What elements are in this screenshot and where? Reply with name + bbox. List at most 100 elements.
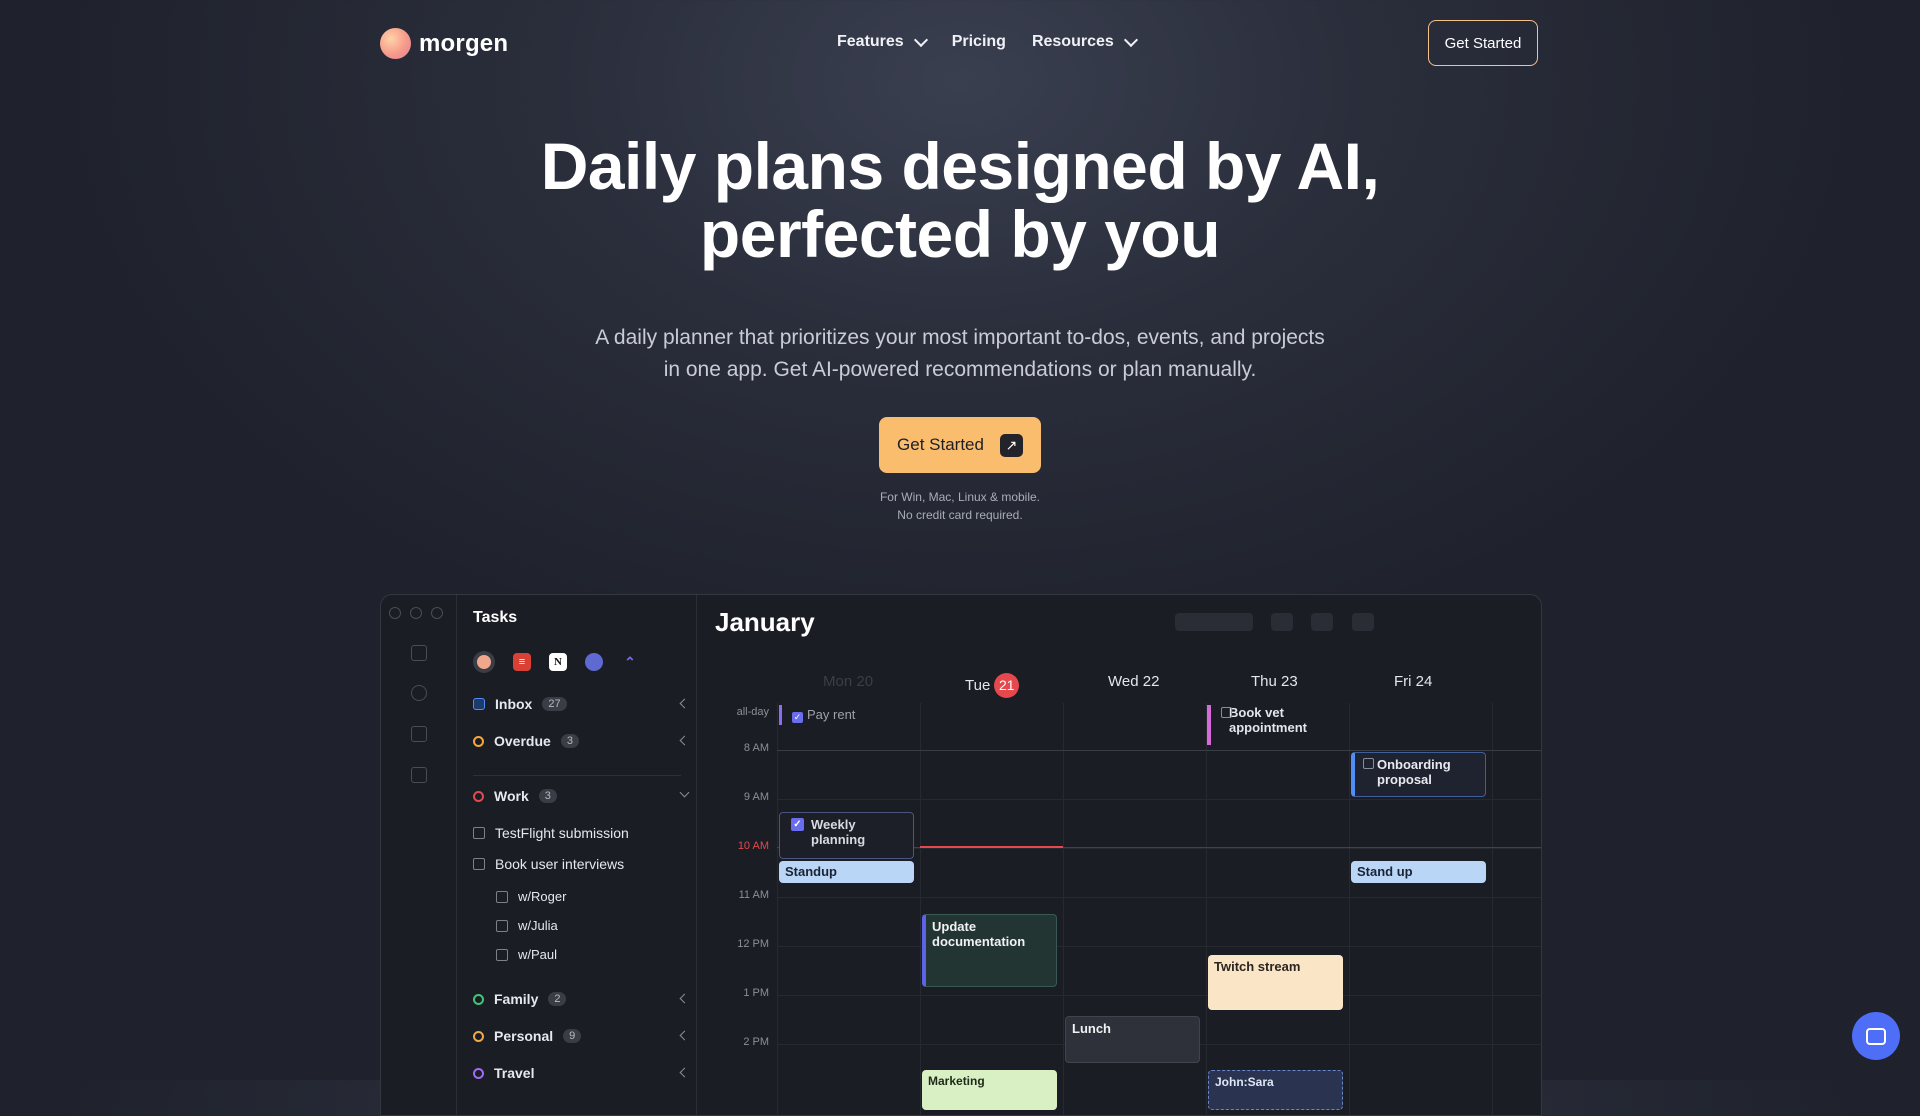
day-header-tue[interactable]: Tue 21 — [965, 673, 1020, 698]
morgen-icon[interactable] — [473, 651, 495, 673]
event-stand-up[interactable]: Stand up — [1351, 861, 1486, 883]
event-standup[interactable]: Standup — [779, 861, 914, 883]
view-switcher[interactable] — [1175, 613, 1253, 631]
chevron-left-icon[interactable] — [679, 735, 690, 746]
event-john-sara[interactable]: John:Sara — [1208, 1070, 1343, 1110]
todoist-icon[interactable]: ≡ — [513, 653, 531, 671]
project-travel[interactable]: Travel — [473, 1065, 698, 1081]
event-weekly-planning[interactable]: ✓ Weekly planning — [779, 812, 914, 859]
work-count: 3 — [538, 789, 557, 803]
hero-subtitle-line2: in one app. Get AI-powered recommendatio… — [663, 358, 1257, 381]
day-header-tue-label: Tue — [965, 677, 991, 694]
personal-circle-icon — [473, 1030, 484, 1042]
chat-launcher-button[interactable] — [1852, 1012, 1900, 1060]
time-label: 1 PM — [743, 987, 769, 999]
event-checkbox[interactable] — [1363, 758, 1374, 769]
next-button[interactable] — [1352, 613, 1374, 631]
window-minimize-icon[interactable] — [410, 607, 422, 619]
event-label: Onboarding proposal — [1377, 757, 1451, 787]
hour-line — [777, 799, 1541, 800]
subtask-item[interactable]: w/Julia — [496, 918, 721, 933]
project-personal[interactable]: Personal 9 — [473, 1028, 698, 1044]
personal-label: Personal — [494, 1028, 554, 1044]
arrow-up-right-icon: ↗ — [999, 433, 1023, 457]
list-overdue[interactable]: Overdue 3 — [473, 733, 698, 749]
prev-button[interactable] — [1271, 613, 1293, 631]
tasks-rail-icon[interactable] — [411, 645, 427, 661]
hour-line — [777, 946, 1541, 947]
hero-note-line1: For Win, Mac, Linux & mobile. — [879, 490, 1041, 504]
subtask-checkbox[interactable] — [496, 890, 508, 903]
check-icon: ✓ — [792, 712, 803, 723]
list-inbox[interactable]: Inbox 27 — [473, 696, 698, 712]
hero-cta-label: Get Started — [897, 435, 984, 454]
subtask-checkbox[interactable] — [496, 948, 508, 961]
calendar-panel: January Mon 20 Tue 21 Wed 22 Thu 23 Fri 2… — [697, 595, 1541, 1115]
time-label: 12 PM — [737, 938, 769, 950]
work-label: Work — [494, 788, 529, 804]
hero-subtitle-line1: A daily planner that prioritizes your mo… — [595, 326, 1325, 349]
hero-title-line2: perfected by you — [699, 197, 1221, 271]
planner-rail-icon[interactable] — [411, 767, 427, 783]
chevron-left-icon[interactable] — [679, 698, 690, 709]
nav-resources-label: Resources — [1031, 33, 1114, 50]
nav-pricing[interactable]: Pricing — [952, 33, 1006, 51]
time-label: 8 AM — [743, 742, 769, 754]
hero-note: For Win, Mac, Linux & mobile. No credit … — [0, 488, 1920, 524]
linear-icon[interactable] — [585, 653, 603, 671]
nav-get-started-button[interactable]: Get Started — [1428, 20, 1538, 66]
event-onboarding[interactable]: Onboarding proposal — [1351, 752, 1486, 797]
project-work[interactable]: Work 3 — [473, 787, 698, 804]
chevron-down-icon — [913, 32, 928, 48]
grid-line — [1492, 703, 1493, 1115]
window-close-icon[interactable] — [389, 607, 401, 619]
nav-resources[interactable]: Resources — [1031, 32, 1138, 51]
task-item[interactable]: Book user interviews — [473, 856, 698, 872]
day-header-mon[interactable]: Mon 20 — [823, 673, 873, 690]
event-twitch-stream[interactable]: Twitch stream — [1208, 955, 1343, 1010]
subtask-checkbox[interactable] — [496, 919, 508, 932]
subtask-item[interactable]: w/Roger — [496, 889, 721, 904]
task-checkbox[interactable] — [473, 858, 485, 870]
grid-line — [920, 703, 921, 1115]
event-label: Weekly planning — [811, 817, 866, 847]
clickup-icon[interactable]: ⌃ — [621, 653, 639, 671]
event-marketing[interactable]: Marketing — [922, 1070, 1057, 1110]
time-label: 2 PM — [743, 1036, 769, 1048]
event-pay-rent[interactable]: ✓ Pay rent — [779, 705, 909, 725]
family-circle-icon — [473, 993, 484, 1005]
window-maximize-icon[interactable] — [431, 607, 443, 619]
travel-circle-icon — [473, 1067, 484, 1079]
hero-title-line1: Daily plans designed by AI, — [540, 129, 1380, 203]
chevron-down-icon[interactable] — [679, 787, 690, 798]
calendar-rail-icon[interactable] — [411, 726, 427, 742]
tasks-panel: Tasks ≡ N ⌃ Inbox 27 Overdue 3 Work 3 Te… — [457, 595, 697, 1115]
subtask-item[interactable]: w/Paul — [496, 947, 721, 962]
chevron-left-icon[interactable] — [679, 993, 690, 1004]
event-label: Book vet appointment — [1229, 705, 1307, 735]
inbox-count: 27 — [542, 697, 567, 711]
today-button[interactable] — [1311, 613, 1333, 631]
ai-rail-icon[interactable] — [411, 685, 427, 701]
event-book-vet[interactable]: Book vet appointment — [1207, 705, 1347, 745]
event-lunch[interactable]: Lunch — [1065, 1016, 1200, 1063]
task-item[interactable]: TestFlight submission — [473, 825, 698, 841]
chevron-left-icon[interactable] — [679, 1067, 690, 1078]
task-checkbox[interactable] — [473, 827, 485, 839]
notion-icon[interactable]: N — [549, 653, 567, 671]
logo-icon — [380, 28, 411, 59]
event-update-documentation[interactable]: Update documentation — [922, 914, 1057, 987]
nav-features[interactable]: Features — [837, 32, 928, 51]
chevron-left-icon[interactable] — [679, 1030, 690, 1041]
hero-get-started-button[interactable]: Get Started ↗ — [879, 417, 1041, 473]
window-controls — [389, 607, 443, 619]
hour-line — [777, 897, 1541, 898]
project-family[interactable]: Family 2 — [473, 991, 698, 1007]
travel-label: Travel — [494, 1065, 535, 1081]
day-header-thu[interactable]: Thu 23 — [1251, 673, 1298, 690]
day-header-wed[interactable]: Wed 22 — [1108, 673, 1159, 690]
logo[interactable]: morgen — [380, 28, 508, 59]
event-checkbox[interactable] — [1221, 707, 1232, 718]
day-header-fri[interactable]: Fri 24 — [1394, 673, 1432, 690]
personal-count: 9 — [563, 1029, 582, 1043]
